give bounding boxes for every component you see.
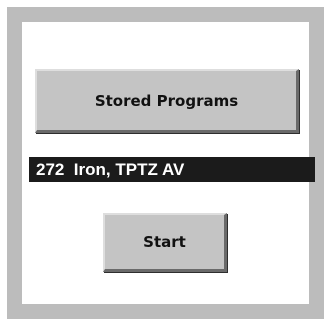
start-button[interactable]: Start (103, 213, 227, 272)
window-frame: Stored Programs 272 Iron, TPTZ AV Start (7, 7, 324, 319)
content-panel: Stored Programs 272 Iron, TPTZ AV Start (22, 22, 315, 304)
stored-programs-button[interactable]: Stored Programs (35, 69, 299, 133)
selected-program-display: 272 Iron, TPTZ AV (29, 157, 315, 182)
